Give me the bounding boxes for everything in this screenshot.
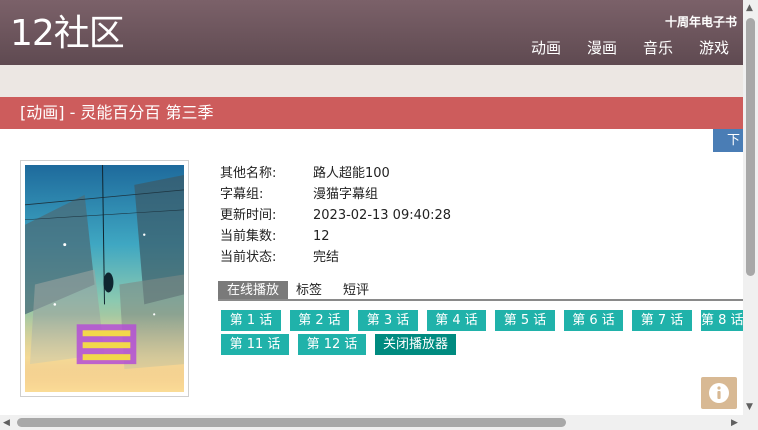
info-label: 字幕组: <box>220 187 264 202</box>
info-icon <box>709 383 729 403</box>
poster-image <box>25 165 184 392</box>
tab-online-play[interactable]: 在线播放 <box>218 281 289 299</box>
site-header: 12社区 十周年电子书 动画 漫画 音乐 游戏 <box>0 0 743 65</box>
episode-button-12[interactable]: 第 12 话 <box>298 334 366 355</box>
nav-item-games[interactable]: 游戏 <box>699 38 729 58</box>
site-logo[interactable]: 12社区 <box>10 12 125 56</box>
episode-button-11[interactable]: 第 11 话 <box>221 334 289 355</box>
close-player-button[interactable]: 关闭播放器 <box>375 334 456 355</box>
download-button[interactable]: 下 <box>713 129 743 152</box>
vertical-scrollbar[interactable]: ▲ ▼ <box>743 0 758 415</box>
scroll-up-arrow-icon[interactable]: ▲ <box>746 3 753 13</box>
info-label: 当前状态: <box>220 250 277 265</box>
info-row-update-time: 更新时间: 2023-02-13 09:40:28 <box>220 205 451 226</box>
episode-button-5[interactable]: 第 5 话 <box>495 310 555 331</box>
info-value: 路人超能100 <box>313 166 390 181</box>
episode-button-1[interactable]: 第 1 话 <box>221 310 281 331</box>
info-value: 12 <box>313 229 330 244</box>
info-button[interactable] <box>701 377 737 409</box>
anime-info: 其他名称: 路人超能100 字幕组: 漫猫字幕组 更新时间: 2023-02-1… <box>220 163 451 268</box>
info-row-status: 当前状态: 完结 <box>220 247 451 268</box>
horizontal-scroll-thumb[interactable] <box>17 418 566 427</box>
poster-frame <box>20 160 189 397</box>
info-value: 完结 <box>313 250 340 265</box>
episode-button-4[interactable]: 第 4 话 <box>427 310 486 331</box>
page-title: [动画] - 灵能百分百 第三季 <box>0 97 743 129</box>
info-row-subtitle-group: 字幕组: 漫猫字幕组 <box>220 184 451 205</box>
info-value: 2023-02-13 09:40:28 <box>313 208 452 223</box>
tab-reviews[interactable]: 短评 <box>335 281 382 299</box>
info-row-alt-name: 其他名称: 路人超能100 <box>220 163 451 184</box>
horizontal-scrollbar[interactable]: ◀ ▶ <box>0 415 743 430</box>
episode-button-2[interactable]: 第 2 话 <box>290 310 349 331</box>
scroll-right-arrow-icon[interactable]: ▶ <box>731 418 738 428</box>
scrollbar-corner <box>743 415 758 430</box>
nav-item-manga[interactable]: 漫画 <box>587 38 617 58</box>
info-label: 其他名称: <box>220 166 277 181</box>
tab-tags[interactable]: 标签 <box>288 281 335 299</box>
content-tabs: 在线播放 标签 短评 <box>218 281 743 301</box>
info-label: 更新时间: <box>220 208 277 223</box>
sub-header-band <box>0 65 743 97</box>
episode-button-6[interactable]: 第 6 话 <box>564 310 623 331</box>
info-value: 漫猫字幕组 <box>313 187 379 202</box>
nav-item-anime[interactable]: 动画 <box>531 38 561 58</box>
episode-button-7[interactable]: 第 7 话 <box>632 310 692 331</box>
ebook-link[interactable]: 十周年电子书 <box>665 13 737 30</box>
nav-item-music[interactable]: 音乐 <box>643 38 673 58</box>
main-nav: 动画 漫画 音乐 游戏 <box>531 38 729 58</box>
info-label: 当前集数: <box>220 229 277 244</box>
scroll-left-arrow-icon[interactable]: ◀ <box>3 418 10 428</box>
vertical-scroll-thumb[interactable] <box>746 18 755 276</box>
episode-button-8[interactable]: 第 8 话 <box>701 310 743 331</box>
scroll-down-arrow-icon[interactable]: ▼ <box>746 402 753 412</box>
episode-button-3[interactable]: 第 3 话 <box>358 310 418 331</box>
info-row-episode-count: 当前集数: 12 <box>220 226 451 247</box>
